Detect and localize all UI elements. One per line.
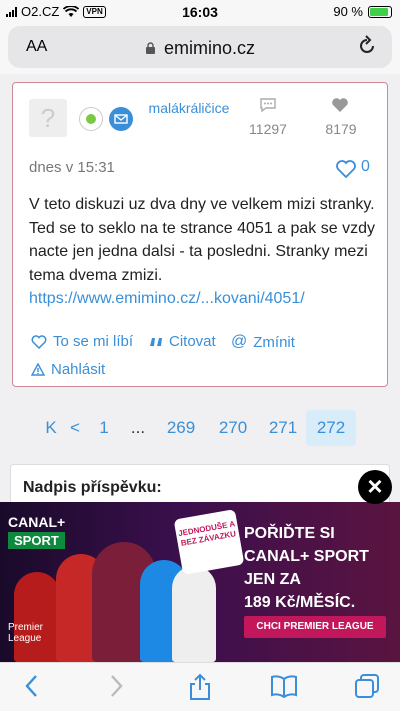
author-likes-count: 8179 xyxy=(325,121,357,137)
like-label: To se mi líbí xyxy=(53,333,134,350)
mail-icon[interactable] xyxy=(109,107,133,131)
page-link-269[interactable]: 269 xyxy=(160,410,202,446)
advertisement-banner[interactable]: CANAL+ SPORT JEDNODUŠE A BEZ ZÁVAZKU POŘ… xyxy=(0,502,400,662)
question-mark-icon: ? xyxy=(41,103,55,133)
league-text: Premier xyxy=(8,622,44,633)
forward-icon[interactable] xyxy=(106,673,126,699)
online-status-icon xyxy=(79,107,103,131)
address-bar[interactable]: AA emimino.cz xyxy=(8,26,392,68)
comment-icon xyxy=(260,98,276,113)
browser-address-area: AA emimino.cz xyxy=(0,24,400,74)
share-icon[interactable] xyxy=(188,673,212,701)
url-display[interactable]: emimino.cz xyxy=(8,38,392,59)
tabs-icon[interactable] xyxy=(354,673,380,699)
first-page-link[interactable]: K xyxy=(40,410,62,446)
league-text: League xyxy=(8,633,42,644)
browser-toolbar xyxy=(0,662,400,711)
status-bar: O2.CZ VPN 16:03 90 % xyxy=(0,0,400,24)
battery-percent: 90 % xyxy=(333,4,363,19)
ad-close-button[interactable]: × xyxy=(358,470,392,504)
url-text: emimino.cz xyxy=(163,38,256,58)
battery-icon xyxy=(368,5,392,18)
heart-outline-icon[interactable] xyxy=(335,159,357,179)
warning-icon xyxy=(31,363,45,376)
at-icon: @ xyxy=(231,333,248,350)
player-image xyxy=(14,572,60,662)
pagination: K < 1 ... 269 270 271 272 xyxy=(0,410,400,446)
prev-page-link[interactable]: < xyxy=(64,410,86,446)
bookmarks-icon[interactable] xyxy=(270,673,298,699)
canal-sport-logo: CANAL+ SPORT xyxy=(8,514,82,549)
page-link-271[interactable]: 271 xyxy=(262,410,304,446)
like-button[interactable]: To se mi líbí xyxy=(31,333,133,350)
mention-button[interactable]: @ Zmínit xyxy=(231,333,295,351)
page-link-1[interactable]: 1 xyxy=(92,410,116,446)
lock-icon xyxy=(145,42,155,54)
heart-outline-icon xyxy=(31,334,47,349)
svg-text:?: ? xyxy=(41,103,55,133)
author-name[interactable]: malákráličice xyxy=(145,97,233,119)
post-date: dnes v 15:31 xyxy=(29,159,115,176)
page-content: ? malákráličice 11297 8179 dnes v 15:31 … xyxy=(0,74,400,662)
page-ellipsis: ... xyxy=(130,418,146,437)
ad-cta-button[interactable]: CHCI PREMIER LEAGUE xyxy=(244,616,386,638)
mention-label: Zmínit xyxy=(253,333,295,351)
page-link-270[interactable]: 270 xyxy=(212,410,254,446)
avatar[interactable]: ? xyxy=(29,99,67,137)
report-label: Nahlásit xyxy=(51,361,106,378)
post-like-count: 0 xyxy=(361,158,370,175)
quote-button[interactable]: Citovat xyxy=(149,333,216,350)
ad-headline-line: CANAL+ SPORT xyxy=(244,548,369,565)
back-icon[interactable] xyxy=(22,673,42,699)
premier-league-logo: Premier League xyxy=(8,622,43,644)
post-link[interactable]: https://www.emimino.cz/...kovani/4051/ xyxy=(29,287,379,311)
post-body: V teto diskuzi uz dva dny ve velkem mizi… xyxy=(29,193,379,311)
reply-title-label: Nadpis příspěvku: xyxy=(23,479,162,496)
ad-headline: POŘIĎTE SI CANAL+ SPORT JEN ZA 189 Kč/MĚ… xyxy=(244,522,394,614)
author-posts-count: 11297 xyxy=(249,121,287,137)
forum-post: ? malákráličice 11297 8179 dnes v 15:31 … xyxy=(12,82,388,387)
quote-icon xyxy=(150,337,162,346)
page-link-current[interactable]: 272 xyxy=(306,410,356,446)
brand-sub-text: SPORT xyxy=(8,532,65,549)
player-image xyxy=(172,566,216,662)
ad-headline-line: 189 Kč/MĚSÍC. xyxy=(244,594,356,611)
ad-headline-line: JEN ZA xyxy=(244,571,301,588)
heart-icon xyxy=(332,98,348,112)
ad-headline-line: POŘIĎTE SI xyxy=(244,525,335,542)
ad-badge: JEDNODUŠE A BEZ ZÁVAZKU xyxy=(173,509,245,575)
reload-icon[interactable] xyxy=(356,35,378,57)
brand-text: CANAL+ xyxy=(8,514,66,530)
post-text: V teto diskuzi uz dva dny ve velkem mizi… xyxy=(29,196,375,284)
quote-label: Citovat xyxy=(169,333,216,350)
report-button[interactable]: Nahlásit xyxy=(31,361,105,378)
